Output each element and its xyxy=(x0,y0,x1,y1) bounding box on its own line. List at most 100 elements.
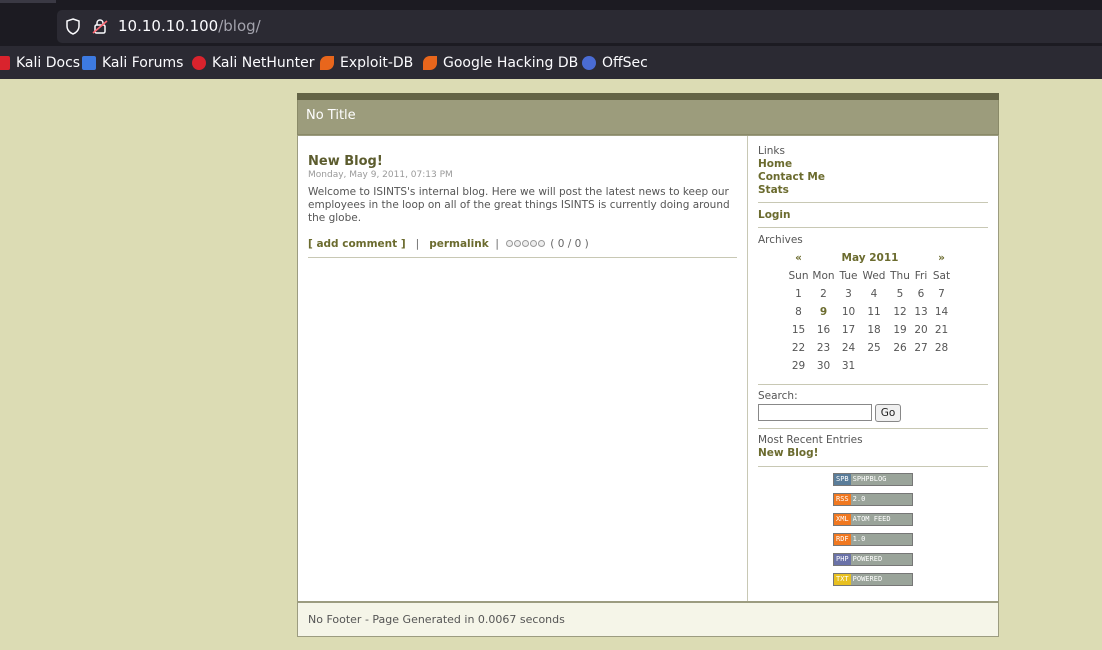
calendar-week: 8 9 10 11 12 13 14 xyxy=(786,303,954,321)
bookmark-label: Google Hacking DB xyxy=(443,55,579,71)
calendar-day: 17 xyxy=(841,324,856,336)
calendar-day xyxy=(861,357,887,375)
search-go-button[interactable]: Go xyxy=(875,404,901,422)
weekday-label: Fri xyxy=(914,270,928,282)
calendar-day: 21 xyxy=(934,324,949,336)
calendar-day: 6 xyxy=(917,288,925,300)
badge-right: SPHPBLOG xyxy=(850,474,912,485)
url-text[interactable]: 10.10.10.100/blog/ xyxy=(118,17,261,35)
calendar-day xyxy=(929,357,954,375)
bookmark-google-hacking-db[interactable]: Google Hacking DB xyxy=(423,54,578,72)
sphpblog-badge[interactable]: SPB SPHPBLOG xyxy=(833,473,913,486)
calendar-day-link[interactable]: 9 xyxy=(820,306,827,318)
atom-feed-badge[interactable]: XML ATOM FEED xyxy=(833,513,913,526)
calendar-day: 28 xyxy=(934,342,949,354)
url-path: /blog/ xyxy=(218,17,261,35)
weekday-label: Tue xyxy=(839,270,858,282)
bookmark-kali-docs[interactable]: Kali Docs xyxy=(0,54,80,72)
badge-left: SPB xyxy=(834,474,851,485)
calendar-day: 22 xyxy=(791,342,806,354)
lock-insecure-icon[interactable] xyxy=(92,18,108,35)
blog-header: No Title xyxy=(297,100,999,135)
bookmark-exploit-db[interactable]: Exploit-DB xyxy=(320,54,413,72)
bookmark-kali-nethunter[interactable]: Kali NetHunter xyxy=(192,54,314,72)
calendar-day: 29 xyxy=(791,360,806,372)
php-powered-badge[interactable]: PHP POWERED xyxy=(833,553,913,566)
footer-text: No Footer - Page Generated in 0.0067 sec… xyxy=(308,613,565,626)
calendar-week: 29 30 31 xyxy=(786,357,954,375)
badge-right: POWERED xyxy=(850,554,912,565)
permalink-link[interactable]: permalink xyxy=(429,238,489,250)
tab-strip[interactable] xyxy=(0,0,56,3)
blog-footer: No Footer - Page Generated in 0.0067 sec… xyxy=(297,602,999,637)
calendar-day: 4 xyxy=(870,288,878,300)
calendar-day: 1 xyxy=(795,288,802,300)
rating-text: ( 0 / 0 ) xyxy=(550,238,589,250)
bookmark-label: Kali Docs xyxy=(16,55,81,71)
sidebar-link-stats[interactable]: Stats xyxy=(758,184,789,196)
calendar-day: 10 xyxy=(841,306,856,318)
calendar-day: 7 xyxy=(938,288,945,300)
login-link[interactable]: Login xyxy=(758,209,791,221)
weekday-label: Wed xyxy=(862,270,886,282)
calendar-day: 30 xyxy=(816,360,831,372)
entry-date: Monday, May 9, 2011, 07:13 PM xyxy=(308,170,453,180)
weekday-label: Thu xyxy=(890,270,910,282)
rss-badge[interactable]: RSS 2.0 xyxy=(833,493,913,506)
calendar-prev-link[interactable]: « xyxy=(795,252,802,264)
star-icon[interactable] xyxy=(506,240,514,247)
blog-container: No Title New Blog! Monday, May 9, 2011, … xyxy=(297,93,999,637)
rdf-badge[interactable]: RDF 1.0 xyxy=(833,533,913,546)
bookmark-label: OffSec xyxy=(602,55,648,71)
sidebar-link-home[interactable]: Home xyxy=(758,158,792,170)
sidebar-divider xyxy=(758,227,988,228)
star-icon[interactable] xyxy=(538,240,546,247)
badge-right: ATOM FEED xyxy=(850,514,912,525)
star-icon[interactable] xyxy=(522,240,530,247)
sidebar: Links Home Contact Me Stats Login Archiv… xyxy=(747,136,998,601)
separator: | xyxy=(415,238,420,250)
recent-entry-link[interactable]: New Blog! xyxy=(758,447,818,459)
calendar-day: 18 xyxy=(867,324,881,336)
sidebar-link-contact-me[interactable]: Contact Me xyxy=(758,171,825,183)
calendar-day: 12 xyxy=(893,306,907,318)
calendar-day: 19 xyxy=(893,324,907,336)
calendar-weekdays: Sun Mon Tue Wed Thu Fri Sat xyxy=(786,267,954,285)
calendar-day: 25 xyxy=(867,342,881,354)
calendar-day: 3 xyxy=(845,288,852,300)
star-icon[interactable] xyxy=(530,240,538,247)
weekday-label: Mon xyxy=(812,270,835,282)
badge-right: 1.0 xyxy=(850,534,912,545)
add-comment-link[interactable]: [ add comment ] xyxy=(308,238,406,250)
bookmark-offsec[interactable]: OffSec xyxy=(582,54,648,72)
url-bar[interactable]: 10.10.10.100/blog/ xyxy=(57,10,1102,43)
offsec-icon xyxy=(582,56,596,70)
calendar-day xyxy=(887,357,913,375)
browser-toolbar: 10.10.10.100/blog/ xyxy=(0,0,1102,46)
badge-left: XML xyxy=(834,514,851,525)
calendar-day: 8 xyxy=(795,306,802,318)
rating-stars[interactable] xyxy=(506,238,546,250)
calendar-day: 27 xyxy=(914,342,928,354)
calendar-day: 23 xyxy=(816,342,831,354)
badge-left: RSS xyxy=(834,494,851,505)
calendar-next-link[interactable]: » xyxy=(938,252,945,264)
content-column: New Blog! Monday, May 9, 2011, 07:13 PM … xyxy=(308,136,738,601)
search-input[interactable] xyxy=(758,404,872,421)
shield-icon[interactable] xyxy=(65,18,81,35)
bookmark-kali-forums[interactable]: Kali Forums xyxy=(82,54,183,72)
calendar-week: 15 16 17 18 19 20 21 xyxy=(786,321,954,339)
txt-powered-badge[interactable]: TXT POWERED xyxy=(833,573,913,586)
search-label: Search: xyxy=(758,390,798,402)
links-label: Links xyxy=(758,145,785,157)
calendar-day xyxy=(913,357,929,375)
recent-entries-label: Most Recent Entries xyxy=(758,434,863,446)
kali-forums-icon xyxy=(82,56,96,70)
star-icon[interactable] xyxy=(514,240,522,247)
kali-docs-icon xyxy=(0,56,10,70)
calendar-day: 15 xyxy=(791,324,806,336)
calendar-day: 2 xyxy=(820,288,827,300)
weekday-label: Sat xyxy=(932,270,951,282)
calendar-day: 26 xyxy=(893,342,907,354)
exploit-db-icon xyxy=(320,56,334,70)
